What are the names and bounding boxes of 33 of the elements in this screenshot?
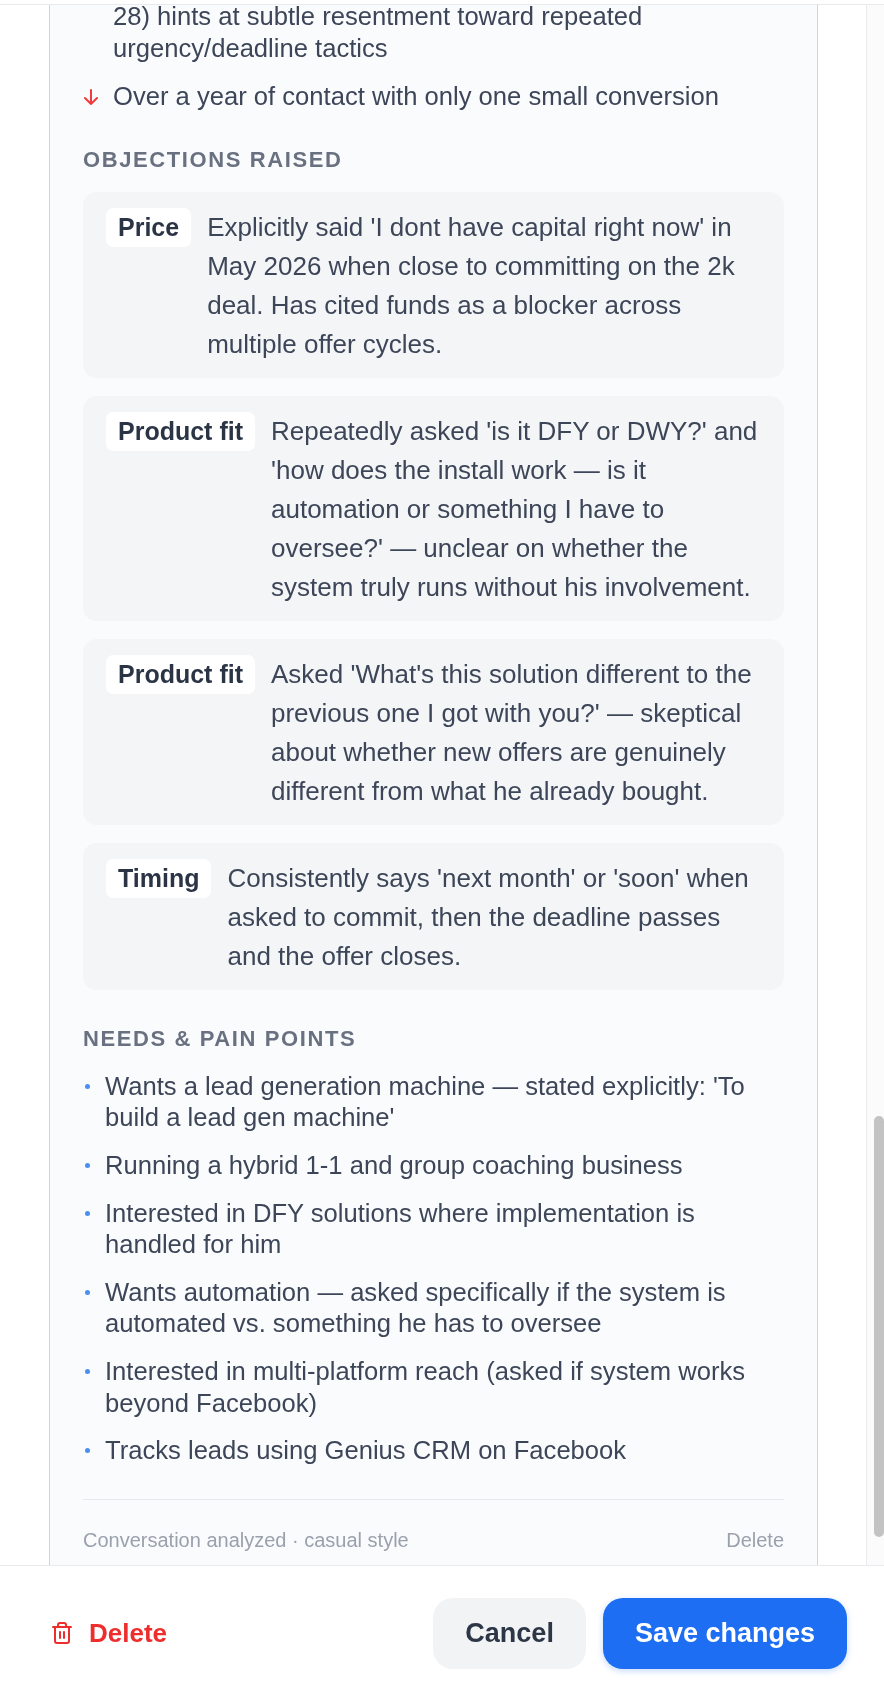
bullet-icon <box>85 1210 90 1216</box>
objection-type-tag: Product fit <box>106 411 255 451</box>
section-heading: OBJECTIONS RAISED <box>83 145 344 174</box>
objection-type-tag: Timing <box>106 858 212 898</box>
scrollbar-track[interactable] <box>866 5 884 1565</box>
objection-text: Consistently says 'next month' or 'soon' when asked to commit, then the deadline passes and the offer closes. <box>227 861 750 973</box>
need-text: Tracks leads using Genius CRM on Facebook <box>105 1435 627 1467</box>
need-text: Interested in DFY solutions where implementation is handled for him <box>105 1197 696 1261</box>
analysis-summary-text: Conversation analyzed · casual style <box>83 1527 409 1553</box>
cancel-button[interactable]: Cancel <box>433 1597 586 1669</box>
trash-icon <box>52 1622 72 1644</box>
objection-text: Repeatedly asked 'is it DFY or DWY?' and 'how does the install work — is it automation or something I have to oversee?' — unclear on whether the system truly runs without his involvement. <box>271 414 759 604</box>
bullet-icon <box>85 1448 90 1454</box>
delete-button[interactable]: Delete <box>52 1617 168 1649</box>
need-text: Wants automation — asked specifically if the system is automated vs. something he has to oversee <box>105 1276 727 1340</box>
scrollbar-thumb[interactable] <box>874 1116 884 1537</box>
delete-link[interactable]: Delete <box>726 1526 784 1553</box>
objection-text: Asked 'What's this solution different to the previous one I got with you?' — skeptical about whether new offers are genuinely different from what he already bought. <box>271 657 753 808</box>
bullet-icon <box>85 1083 90 1089</box>
bullet-icon <box>85 1368 90 1374</box>
bullet-icon <box>85 1162 90 1168</box>
bullet-icon <box>85 1289 90 1295</box>
objection-type-tag: Product fit <box>106 654 255 694</box>
signal-text: Over a year of contact with only one small conversion <box>113 81 719 113</box>
signal-text: 28) hints at subtle resentment toward repeated urgency/deadline tactics <box>113 5 644 64</box>
objection-type-tag: Price <box>106 207 192 247</box>
need-text: Interested in multi-platform reach (asked if system works beyond Facebook) <box>105 1355 747 1419</box>
save-button[interactable]: Save changes <box>602 1597 847 1669</box>
need-text: Wants a lead generation machine — stated explicitly: 'To build a lead gen machine' <box>105 1070 746 1134</box>
section-heading: NEEDS & PAIN POINTS <box>83 1024 358 1053</box>
need-text: Running a hybrid 1-1 and group coaching business <box>105 1149 683 1181</box>
objection-text: Explicitly said 'I dont have capital right now' in May 2026 when close to committing on the 2k deal. Has cited funds as a blocker across multiple offer cycles. <box>207 210 736 361</box>
down-arrow-icon <box>83 89 99 106</box>
